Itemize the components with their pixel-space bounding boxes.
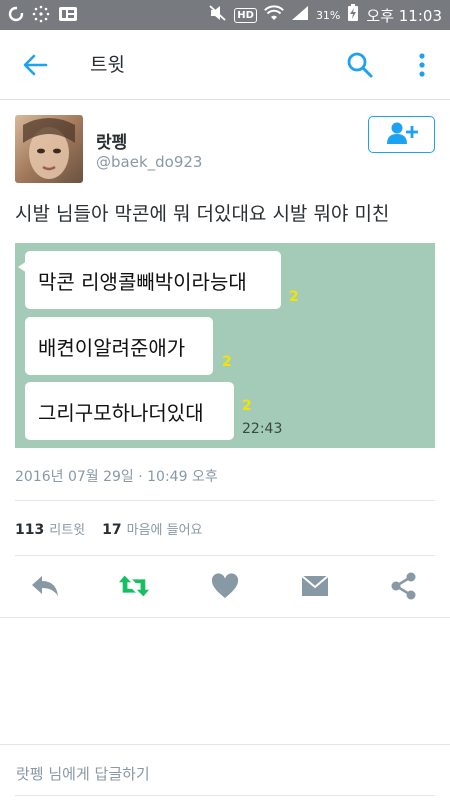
search-icon[interactable] bbox=[346, 51, 374, 79]
battery-charging-icon bbox=[347, 4, 359, 26]
app-header: 트윗 bbox=[0, 30, 450, 100]
like-count[interactable]: 17 bbox=[102, 522, 121, 538]
tweet-timestamp: 2016년 07월 29일 · 10:49 오후 bbox=[15, 469, 218, 485]
unread-count: 2 bbox=[242, 398, 252, 414]
status-right: HD 31% 오후 11:03 bbox=[209, 4, 442, 26]
add-user-icon bbox=[385, 121, 419, 149]
share-icon[interactable] bbox=[388, 571, 420, 601]
divider bbox=[15, 500, 435, 501]
message-icon[interactable] bbox=[299, 571, 331, 601]
tweet-image[interactable]: 막콘 리앵콜빼박이라능대 2 배켠이알려준애가 2 그리구모하나더있대 2 22… bbox=[15, 243, 435, 448]
message-time: 22:43 bbox=[242, 421, 283, 437]
unread-count: 2 bbox=[222, 354, 232, 370]
dots-app-icon bbox=[32, 5, 50, 26]
like-icon[interactable] bbox=[209, 571, 241, 601]
reply-icon[interactable] bbox=[29, 571, 61, 601]
wifi-icon bbox=[264, 5, 284, 25]
retweet-label[interactable]: 리트윗 bbox=[49, 519, 85, 538]
chat-message-text: 막콘 리앵콜빼박이라능대 bbox=[38, 269, 247, 294]
chat-message-text: 그리구모하나더있대 bbox=[38, 400, 204, 425]
follow-button[interactable] bbox=[368, 116, 435, 153]
chat-message-text: 배켠이알려준애가 bbox=[38, 335, 186, 360]
more-options-icon[interactable] bbox=[412, 51, 432, 79]
reply-input[interactable]: 랏펭 님에게 답글하기 bbox=[16, 763, 150, 784]
mute-icon bbox=[209, 5, 227, 25]
battery-percent: 31% bbox=[315, 8, 341, 22]
avatar[interactable] bbox=[15, 115, 83, 183]
signal-icon bbox=[291, 5, 309, 25]
user-handle[interactable]: @baek_do923 bbox=[96, 153, 202, 171]
retweet-icon[interactable] bbox=[118, 571, 150, 601]
reply-underline bbox=[15, 795, 435, 796]
tweet-text: 시발 님들아 막콘에 뭐 더있대요 시발 뭐야 미친 bbox=[15, 203, 390, 225]
back-arrow-icon[interactable] bbox=[22, 52, 48, 78]
photo-app-icon bbox=[58, 6, 78, 25]
divider bbox=[15, 555, 435, 556]
action-bar bbox=[0, 567, 450, 607]
status-time: 오후 11:03 bbox=[366, 6, 442, 25]
clock-app-icon bbox=[8, 6, 24, 25]
divider bbox=[0, 617, 450, 618]
like-label[interactable]: 마음에 들어요 bbox=[127, 519, 203, 538]
unread-count: 2 bbox=[289, 289, 299, 305]
chat-bubble: 막콘 리앵콜빼박이라능대 bbox=[18, 251, 281, 309]
hd-badge: HD bbox=[234, 7, 257, 23]
reply-bar: 랏펭 님에게 답글하기 bbox=[0, 744, 450, 800]
chat-bubble: 배켠이알려준애가 bbox=[25, 317, 213, 375]
tweet-stats: 113 리트윗 17 마음에 들어요 bbox=[15, 519, 220, 538]
chat-bubble: 그리구모하나더있대 bbox=[25, 382, 234, 440]
user-name[interactable]: 랏펭 bbox=[96, 128, 127, 153]
retweet-count[interactable]: 113 bbox=[15, 522, 44, 538]
status-left bbox=[8, 5, 78, 26]
status-bar: HD 31% 오후 11:03 bbox=[0, 0, 450, 30]
page-title: 트윗 bbox=[90, 54, 125, 76]
